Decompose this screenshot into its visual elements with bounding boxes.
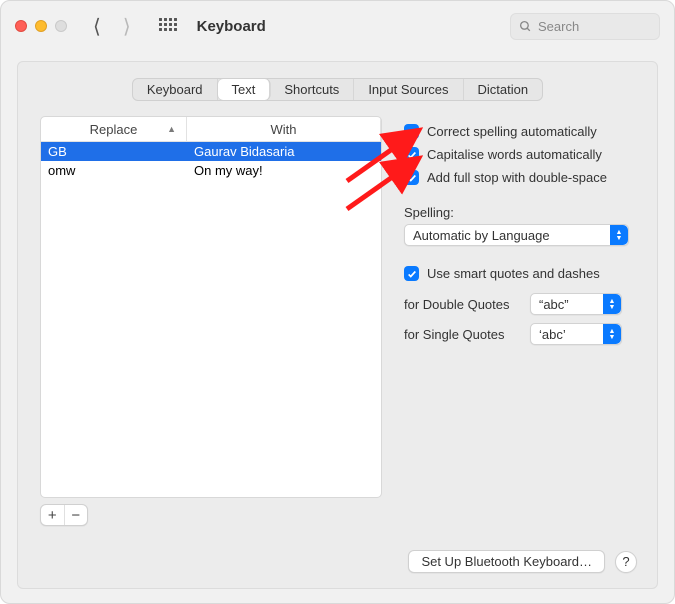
back-button[interactable]: ⟨ — [93, 14, 101, 39]
checkbox-capitalise-words[interactable]: Capitalise words automatically — [404, 143, 635, 166]
checkbox-label: Correct spelling automatically — [427, 124, 597, 139]
close-icon[interactable] — [15, 20, 27, 32]
checkbox-icon — [404, 124, 419, 139]
double-quotes-label: for Double Quotes — [404, 297, 520, 312]
checkbox-label: Capitalise words automatically — [427, 147, 602, 162]
bottom-bar: Set Up Bluetooth Keyboard… ? — [408, 550, 637, 573]
remove-button[interactable]: − — [65, 505, 88, 525]
spelling-select[interactable]: Automatic by Language ▲▼ — [404, 224, 629, 246]
col-header-replace[interactable]: Replace ▲ — [41, 117, 187, 141]
tab-text[interactable]: Text — [218, 79, 271, 100]
chevron-updown-icon: ▲▼ — [610, 225, 628, 245]
titlebar: ⟨ ⟩ Keyboard Search — [1, 1, 674, 51]
double-quotes-select[interactable]: “abc” ▲▼ — [530, 293, 622, 315]
tab-dictation[interactable]: Dictation — [464, 79, 543, 100]
add-remove-control: + − — [40, 504, 88, 526]
preferences-window: ⟨ ⟩ Keyboard Search Keyboard Text Shortc… — [0, 0, 675, 604]
chevron-updown-icon: ▲▼ — [603, 294, 621, 314]
setup-bluetooth-keyboard-button[interactable]: Set Up Bluetooth Keyboard… — [408, 550, 605, 573]
show-all-icon[interactable] — [159, 18, 175, 34]
help-button[interactable]: ? — [615, 551, 637, 573]
replacements-table-wrap: Replace ▲ With GB Gaurav Bidasaria omw O… — [40, 116, 382, 526]
page-title: Keyboard — [197, 18, 502, 35]
checkbox-smart-quotes[interactable]: Use smart quotes and dashes — [404, 262, 635, 285]
spelling-label: Spelling: — [404, 205, 635, 220]
sort-up-icon: ▲ — [167, 124, 176, 134]
checkbox-label: Use smart quotes and dashes — [427, 266, 600, 281]
forward-button: ⟩ — [123, 14, 131, 39]
select-value: ‘abc’ — [539, 327, 566, 342]
replacements-table[interactable]: Replace ▲ With GB Gaurav Bidasaria omw O… — [40, 116, 382, 498]
cell-with: On my way! — [187, 163, 381, 178]
panel: Keyboard Text Shortcuts Input Sources Di… — [17, 61, 658, 589]
minimize-icon[interactable] — [35, 20, 47, 32]
col-header-with[interactable]: With — [187, 117, 381, 141]
cell-with: Gaurav Bidasaria — [187, 144, 381, 159]
cell-replace: GB — [41, 144, 187, 159]
tab-input-sources[interactable]: Input Sources — [354, 79, 463, 100]
tab-bar: Keyboard Text Shortcuts Input Sources Di… — [18, 78, 657, 101]
tab-shortcuts[interactable]: Shortcuts — [270, 79, 354, 100]
content: Replace ▲ With GB Gaurav Bidasaria omw O… — [40, 116, 635, 526]
window-controls — [15, 20, 67, 32]
add-button[interactable]: + — [41, 505, 65, 525]
tab-keyboard[interactable]: Keyboard — [133, 79, 218, 100]
nav-arrows: ⟨ ⟩ — [93, 14, 131, 39]
select-value: “abc” — [539, 297, 569, 312]
single-quotes-select[interactable]: ‘abc’ ▲▼ — [530, 323, 622, 345]
checkbox-full-stop[interactable]: Add full stop with double-space — [404, 166, 635, 189]
search-icon — [519, 20, 532, 33]
checkbox-label: Add full stop with double-space — [427, 170, 607, 185]
search-placeholder: Search — [538, 19, 579, 34]
cell-replace: omw — [41, 163, 187, 178]
table-row[interactable]: GB Gaurav Bidasaria — [41, 142, 381, 161]
options-column: Correct spelling automatically Capitalis… — [404, 116, 635, 526]
checkbox-icon — [404, 170, 419, 185]
table-row[interactable]: omw On my way! — [41, 161, 381, 180]
single-quotes-label: for Single Quotes — [404, 327, 520, 342]
search-input[interactable]: Search — [510, 13, 660, 40]
checkbox-correct-spelling[interactable]: Correct spelling automatically — [404, 120, 635, 143]
zoom-icon — [55, 20, 67, 32]
checkbox-icon — [404, 266, 419, 281]
table-header: Replace ▲ With — [41, 117, 381, 142]
chevron-updown-icon: ▲▼ — [603, 324, 621, 344]
checkbox-icon — [404, 147, 419, 162]
select-value: Automatic by Language — [413, 228, 550, 243]
